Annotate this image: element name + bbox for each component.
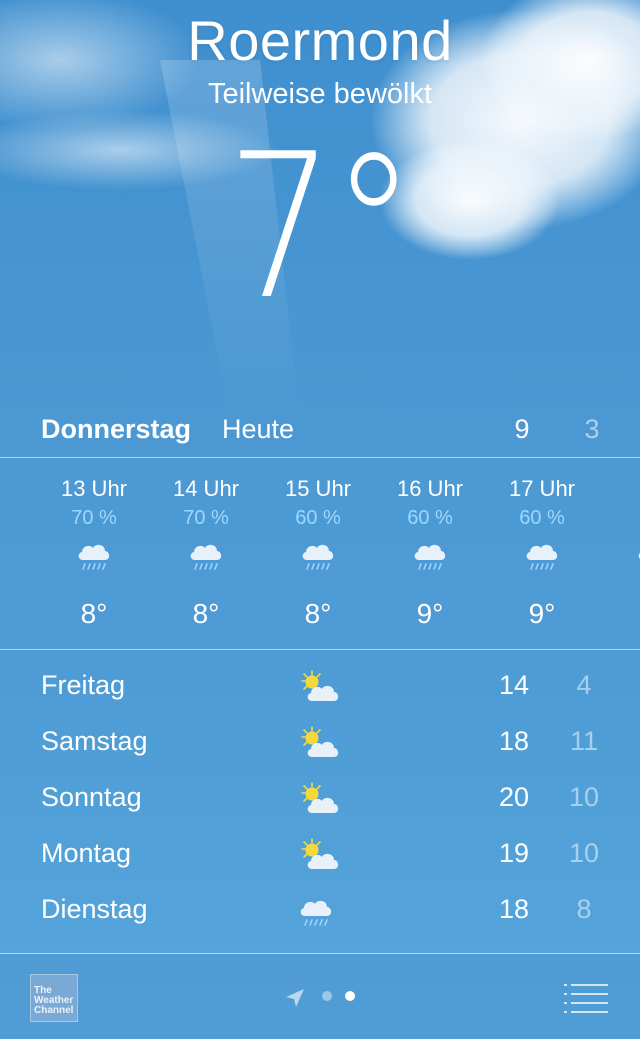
current-temperature: 7°: [226, 111, 417, 344]
hourly-time: 18: [598, 476, 640, 502]
today-low: 3: [584, 414, 600, 444]
daily-low: 10: [568, 782, 600, 812]
location-arrow-icon: [286, 989, 304, 1007]
rain-cloud-icon: [522, 536, 562, 576]
hourly-time: 16 Uhr: [396, 476, 464, 501]
divider: [0, 649, 640, 650]
city-name: Roermond: [187, 9, 453, 72]
hourly-temperature: 8°: [80, 598, 108, 629]
daily-low: 8: [576, 894, 592, 924]
daily-low: 11: [569, 726, 599, 756]
daily-row: Freitag 14 4: [0, 658, 640, 714]
hourly-temperature: 9°: [528, 598, 556, 629]
hourly-temperature: 8°: [304, 598, 332, 629]
rain-cloud-icon: [186, 536, 226, 576]
daily-day-name: Dienstag: [41, 894, 148, 924]
rain-cloud-icon: [296, 892, 344, 932]
daily-low: 10: [568, 838, 600, 868]
daily-row: Montag 19 10: [0, 826, 640, 882]
daily-low: 4: [576, 670, 592, 700]
daily-high: 19: [498, 838, 530, 868]
hourly-forecast-strip[interactable]: hr 13 Uhr 70 % 8° 14 Uhr 70 % 8° 15 Uhr 60 % 8° 16…: [0, 458, 640, 648]
hourly-precip-chance: 60 %: [295, 507, 341, 529]
weather-condition: Teilweise bewölkt: [207, 78, 433, 110]
daily-day-name: Samstag: [41, 726, 148, 756]
hourly-time: hr: [0, 476, 38, 502]
hourly-time: 15 Uhr: [284, 476, 352, 501]
rain-cloud-icon: [74, 536, 114, 576]
today-high: 9: [514, 414, 530, 444]
today-label: Heute: [222, 414, 295, 444]
hourly-temperature: 8°: [192, 598, 220, 629]
today-summary-row: Donnerstag Heute 9 3: [0, 404, 640, 456]
partly-cloudy-icon: [296, 668, 344, 708]
daily-day-name: Montag: [41, 838, 132, 868]
hourly-precip-chance: 70 %: [71, 507, 117, 529]
daily-high: 14: [498, 670, 530, 700]
hourly-precip-chance: 5: [598, 507, 640, 530]
daily-high: 20: [498, 782, 530, 812]
hourly-time: 14 Uhr: [172, 476, 240, 501]
hourly-precip-chance: 70 %: [183, 507, 229, 529]
partly-cloudy-icon: [296, 836, 344, 876]
daily-row: Samstag 18 11: [0, 714, 640, 770]
partly-cloudy-icon: [296, 780, 344, 820]
hourly-precip-chance: 60 %: [407, 507, 453, 529]
hourly-temperature: 9°: [416, 598, 444, 629]
rain-cloud-icon: [634, 536, 640, 576]
rain-cloud-icon: [0, 536, 2, 576]
daily-high: 18: [498, 894, 530, 924]
page-indicator-dot-active[interactable]: [345, 991, 355, 1001]
rain-cloud-icon: [298, 536, 338, 576]
hourly-time: 17 Uhr: [508, 476, 576, 501]
hourly-precip-chance: 60 %: [519, 507, 565, 529]
daily-day-name: Freitag: [41, 670, 126, 700]
daily-day-name: Sonntag: [41, 782, 142, 812]
hourly-time: 13 Uhr: [60, 476, 128, 501]
daily-high: 18: [498, 726, 530, 756]
city-list-icon[interactable]: [564, 982, 608, 1014]
partly-cloudy-icon: [296, 724, 344, 764]
today-day: Donnerstag: [41, 414, 192, 444]
daily-row: Dienstag 18 8: [0, 882, 640, 938]
page-indicator-dot[interactable]: [322, 991, 332, 1001]
daily-row: Sonntag 20 10: [0, 770, 640, 826]
bottom-toolbar: The Weather Channel: [0, 954, 640, 1039]
weather-channel-logo[interactable]: The Weather Channel: [30, 974, 78, 1022]
rain-cloud-icon: [410, 536, 450, 576]
